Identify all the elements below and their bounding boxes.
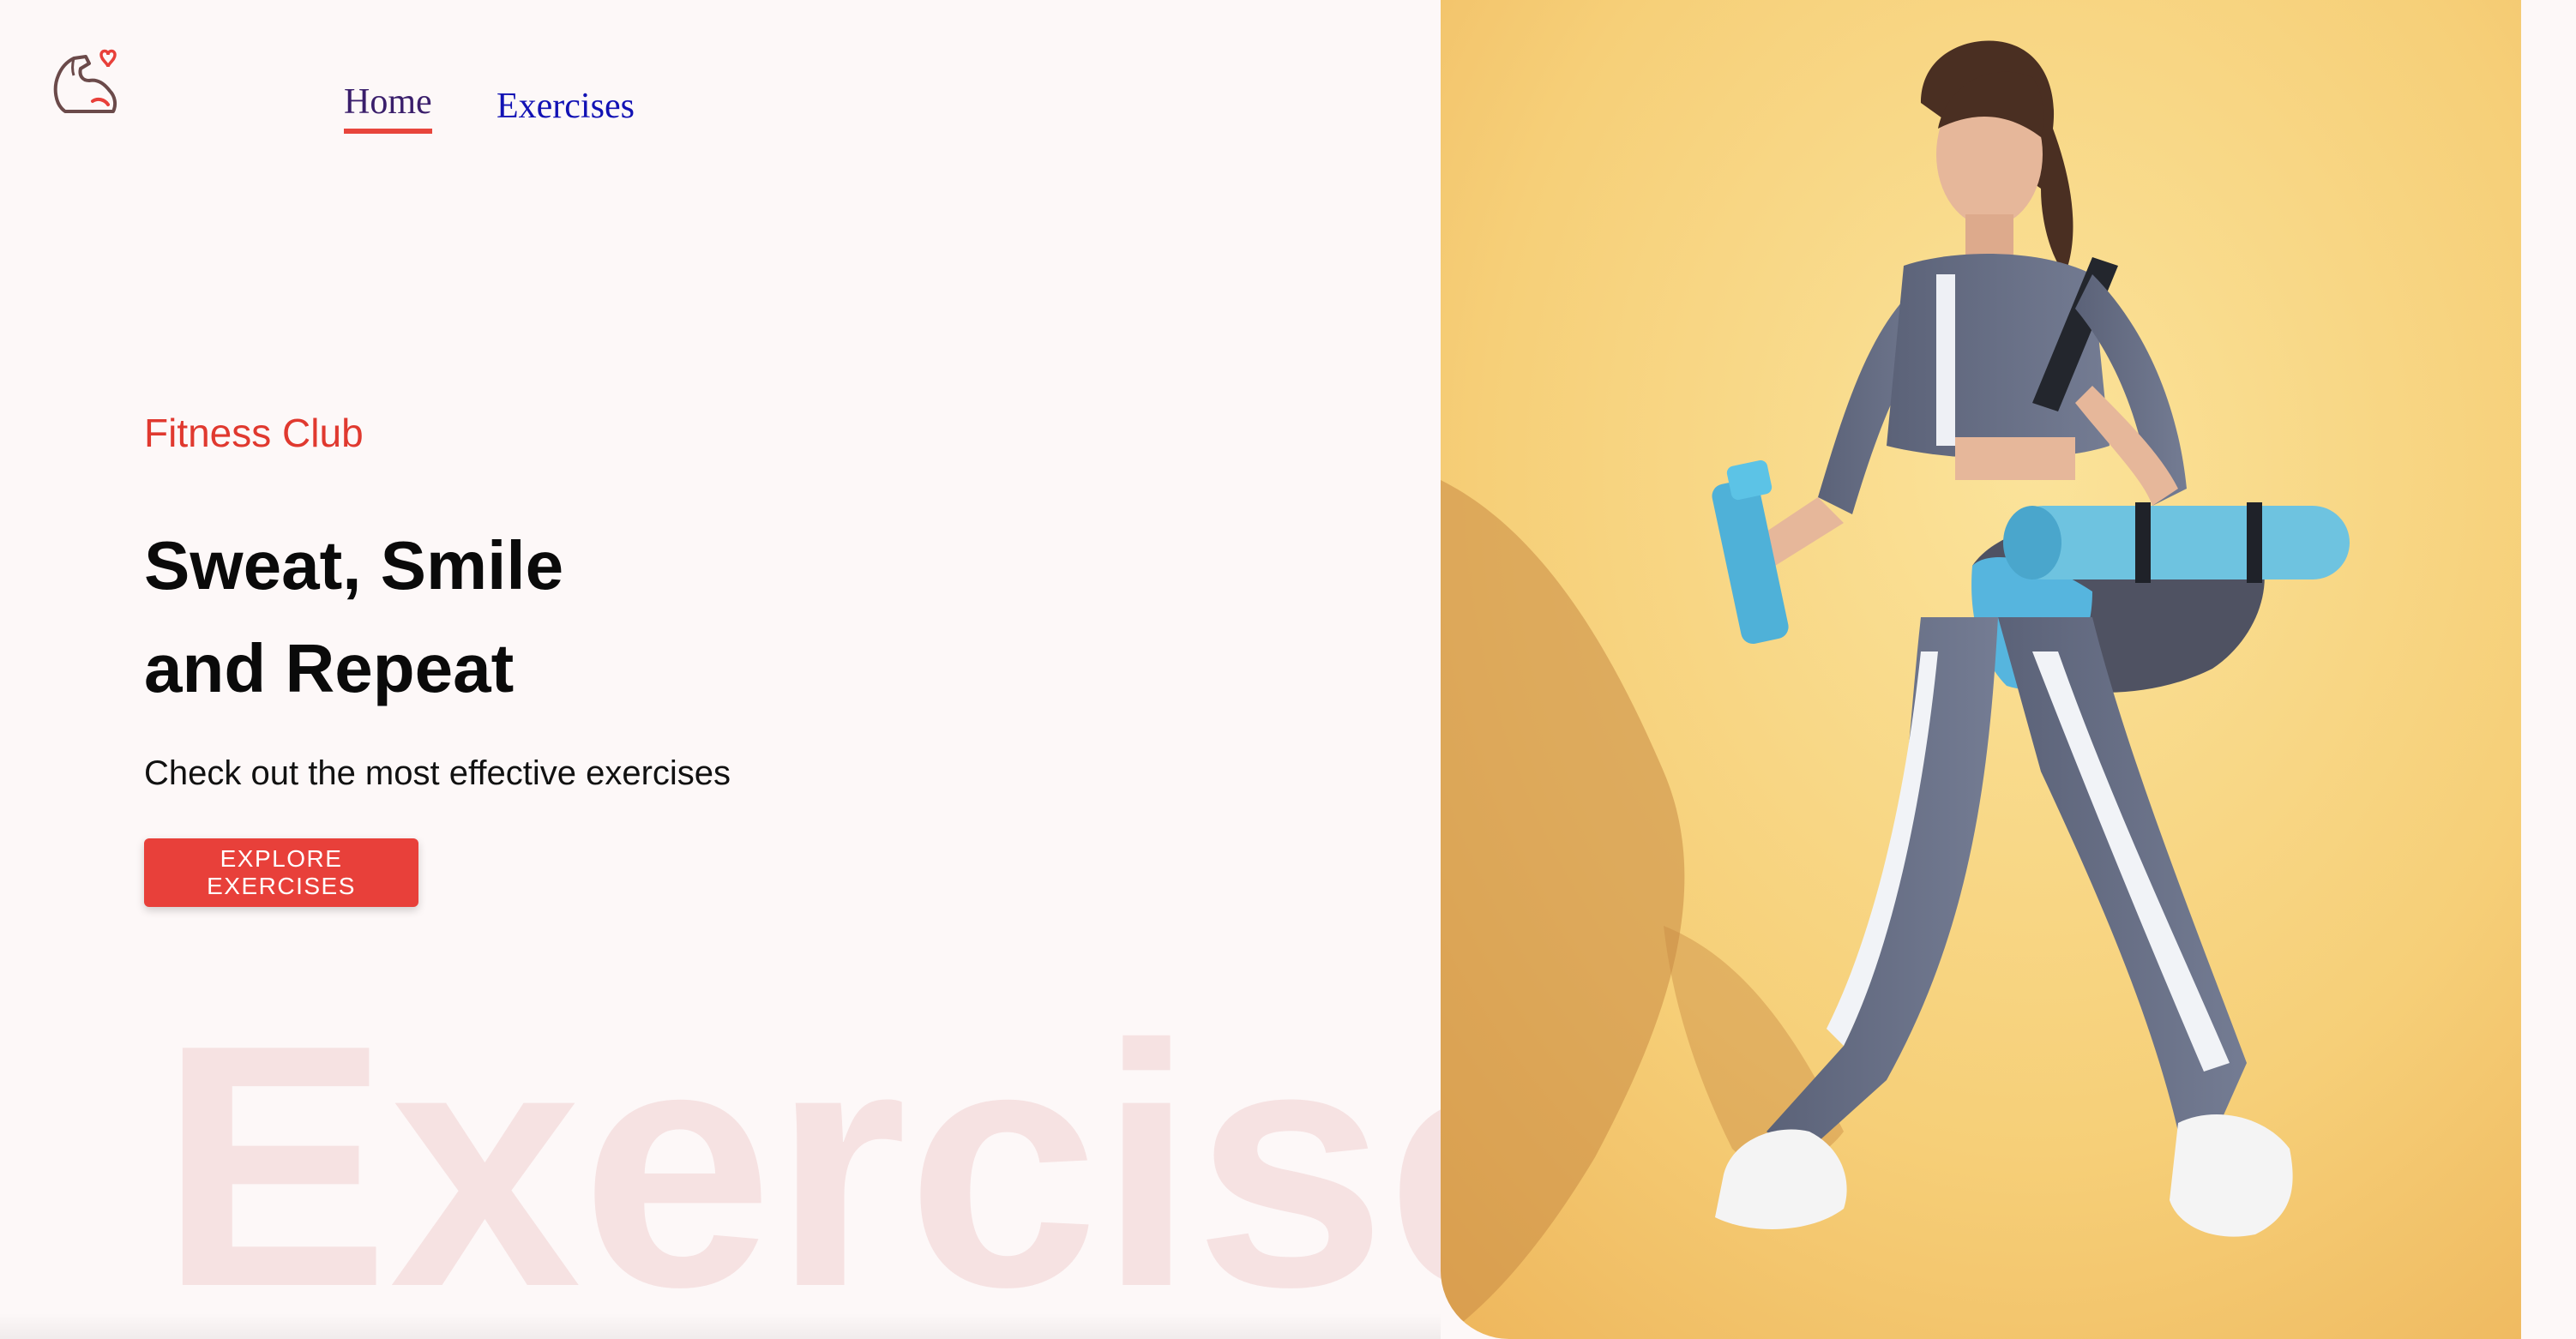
hero-eyebrow: Fitness Club (144, 411, 364, 455)
woman-walking-with-gym-bag-illustration (1441, 0, 2521, 1339)
explore-exercises-button[interactable]: EXPLORE EXERCISES (144, 838, 418, 907)
bottom-shadow (0, 1313, 1441, 1339)
logo-flexed-arm-icon[interactable] (48, 45, 127, 123)
hero-headline: Sweat, Smile and Repeat (144, 514, 916, 720)
hero-banner-image (1441, 0, 2521, 1339)
hero-watermark-text: Exercise (159, 974, 1579, 1339)
hero-headline-line1: Sweat, Smile (144, 527, 564, 603)
page: Home Exercises Exercise Fitness Club Swe… (0, 0, 2576, 1339)
hero-headline-line2: and Repeat (144, 630, 515, 706)
nav-link-home[interactable]: Home (344, 84, 432, 134)
nav-link-exercises[interactable]: Exercises (497, 88, 635, 124)
hero-subtext: Check out the most effective exercises (144, 754, 731, 792)
